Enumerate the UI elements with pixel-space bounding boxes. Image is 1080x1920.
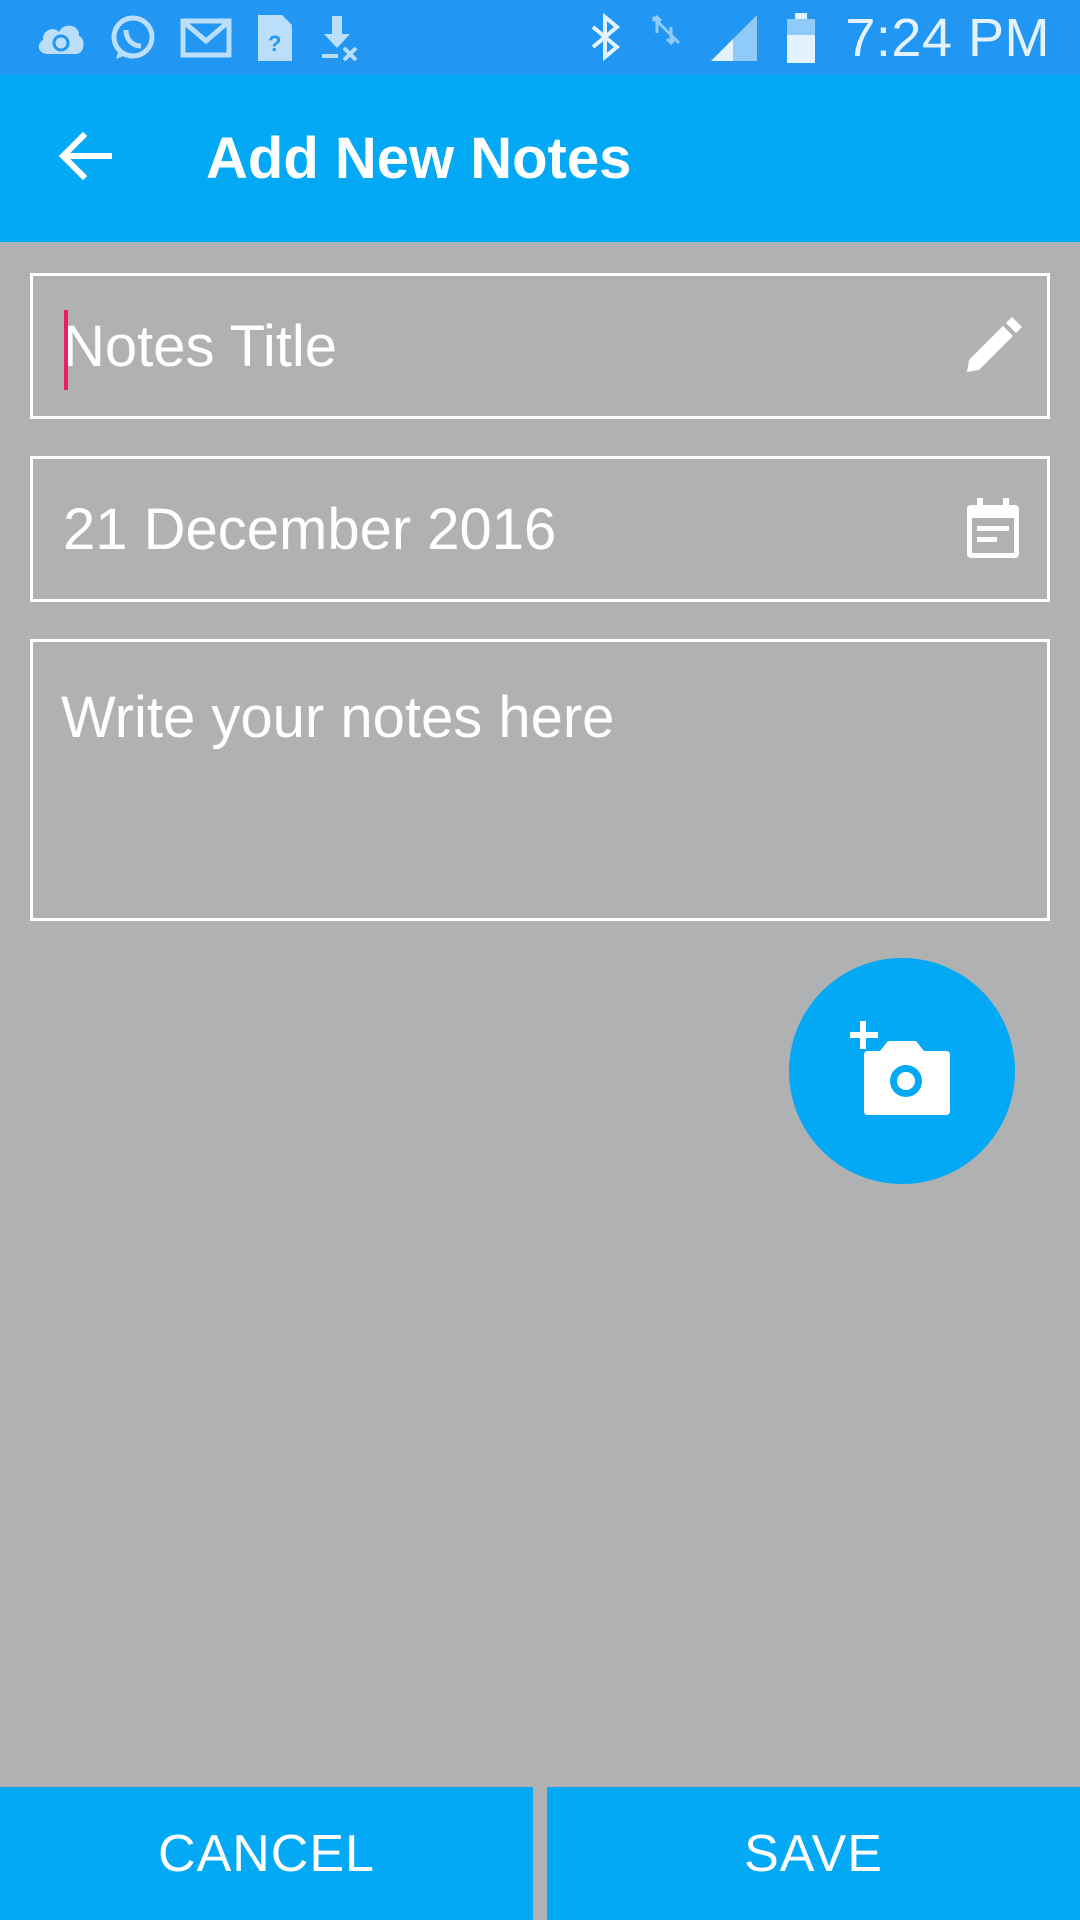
- page-title: Add New Notes: [206, 126, 632, 191]
- svg-text:?: ?: [268, 31, 281, 56]
- status-bar: ? 7:24 PM: [0, 0, 1080, 75]
- notes-body-field[interactable]: Write your notes here: [30, 639, 1050, 921]
- whatsapp-icon: [108, 13, 158, 63]
- status-left-icons: ?: [34, 13, 382, 63]
- add-photo-button[interactable]: [789, 958, 1015, 1184]
- sim-unknown-icon: ?: [254, 13, 294, 63]
- no-data-icon: [649, 13, 683, 63]
- pencil-icon: [953, 306, 1033, 386]
- notes-date-field[interactable]: 21 December 2016: [30, 456, 1050, 602]
- battery-icon: [785, 11, 817, 65]
- notes-date-value: 21 December 2016: [63, 496, 557, 562]
- bottom-action-bar: CANCEL SAVE: [0, 1787, 1080, 1920]
- app-bar: Add New Notes: [0, 75, 1080, 242]
- arrow-back-icon: [57, 131, 113, 185]
- gmail-icon: [180, 17, 232, 59]
- add-photo-icon: [850, 1020, 954, 1122]
- back-button[interactable]: [30, 104, 140, 214]
- status-right-icons: 7:24 PM: [563, 7, 1050, 69]
- cancel-button[interactable]: CANCEL: [0, 1787, 533, 1920]
- status-time: 7:24 PM: [845, 7, 1050, 68]
- cloud-sync-icon: [34, 18, 86, 58]
- calendar-icon[interactable]: [953, 489, 1033, 569]
- notes-body-placeholder: Write your notes here: [61, 685, 615, 750]
- cell-signal-icon: [709, 13, 759, 63]
- notes-title-placeholder: Notes Title: [63, 313, 337, 379]
- bluetooth-icon: [589, 12, 623, 63]
- download-icon: [316, 14, 360, 62]
- save-button[interactable]: SAVE: [547, 1787, 1080, 1920]
- notes-title-field[interactable]: Notes Title: [30, 273, 1050, 419]
- text-caret: [64, 310, 68, 390]
